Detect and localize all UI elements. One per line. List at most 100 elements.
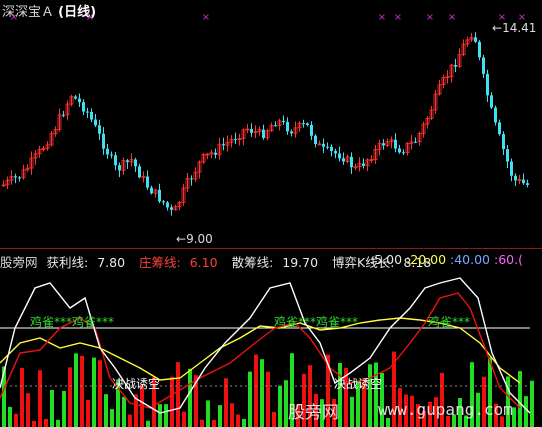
signal-jique-label-2: 鸡雀***鸡雀*** <box>274 315 359 329</box>
histogram-bar <box>188 368 192 427</box>
histogram-bar <box>230 403 234 427</box>
candle-body <box>102 133 105 149</box>
candle-body <box>482 57 485 74</box>
histogram-bar <box>50 389 54 427</box>
candle-body <box>402 152 405 154</box>
candle-body <box>310 124 313 136</box>
candle-body <box>282 120 285 122</box>
event-marker-x: × <box>394 12 402 23</box>
candle-body <box>510 161 513 176</box>
candle-body <box>162 201 165 203</box>
histogram-bar <box>182 411 186 427</box>
candle-body <box>90 111 93 120</box>
candle-body <box>474 37 477 42</box>
event-marker-x: × <box>378 12 386 23</box>
level-40: :40.00 <box>450 252 491 267</box>
candle-body <box>486 73 489 96</box>
candle-body <box>490 95 493 108</box>
event-marker-x: × <box>86 12 94 23</box>
candle-body <box>150 187 153 194</box>
histogram-bar <box>122 396 126 427</box>
histogram-bar <box>68 367 72 427</box>
price-low-value: 9.00 <box>186 232 213 246</box>
candle-body <box>82 102 85 112</box>
candle-body <box>290 131 293 134</box>
candle-body <box>222 144 225 146</box>
histogram-bar <box>110 409 114 427</box>
histogram-bar <box>530 380 534 427</box>
pane-divider[interactable] <box>0 248 542 249</box>
histogram-bar <box>200 419 204 427</box>
candle-body <box>526 183 529 185</box>
histogram-bar <box>32 420 36 427</box>
candle-body <box>478 41 481 58</box>
signal-jique-label: 鸡雀***鸡雀*** <box>30 315 115 329</box>
candle-body <box>362 163 365 166</box>
event-marker-x: × <box>448 12 456 23</box>
histogram-bar <box>128 414 132 427</box>
candle-body <box>522 179 525 184</box>
candle-body <box>274 125 277 127</box>
histogram-bar <box>236 414 240 427</box>
candle-body <box>382 143 385 146</box>
level-60: :60.( <box>494 252 523 267</box>
candle-body <box>234 139 237 141</box>
candle-body <box>302 123 305 125</box>
histogram-bar <box>92 357 96 427</box>
candle-body <box>78 98 81 103</box>
event-marker-x: × <box>426 12 434 23</box>
candle-body <box>314 135 317 145</box>
candle-body <box>326 146 329 148</box>
candle-body <box>250 129 253 133</box>
histogram-bar <box>386 417 390 427</box>
price-high-label: ←14.41 <box>492 21 537 35</box>
candle-body <box>306 123 309 125</box>
candle-body <box>350 156 353 168</box>
histogram-bar <box>206 400 210 427</box>
level-20: :20.00 <box>406 252 447 267</box>
candle-body <box>330 146 333 151</box>
histogram-bar <box>26 393 30 427</box>
price-high-value: 14.41 <box>502 21 537 35</box>
price-low-label: ←9.00 <box>176 232 213 246</box>
candle-body <box>454 65 457 67</box>
histogram-bar <box>8 406 12 427</box>
watermark-cn: 股旁网 <box>288 403 339 423</box>
price-candlestick-chart[interactable]: × × × × × × × × × <box>0 0 542 248</box>
histogram-bar <box>80 355 84 427</box>
candle-body <box>18 177 21 179</box>
histogram-bar <box>518 371 522 427</box>
histogram-bar <box>368 364 372 427</box>
candle-body <box>106 148 109 155</box>
histogram-bar <box>350 396 354 427</box>
candle-body <box>494 107 497 123</box>
candle-body <box>146 176 149 188</box>
histogram-bar <box>62 390 66 427</box>
histogram-bar <box>86 399 90 427</box>
histogram-bar <box>56 419 60 427</box>
candle-body <box>86 111 89 113</box>
histogram-bar <box>524 396 528 427</box>
candle-body <box>514 175 517 181</box>
histogram-bar <box>176 362 180 427</box>
candle-body <box>498 122 501 135</box>
candle-body <box>74 96 77 99</box>
histogram-bar <box>260 359 264 427</box>
histogram-bar <box>98 360 102 427</box>
histogram-bar <box>218 405 222 427</box>
candle-body <box>190 178 193 180</box>
candle-body <box>94 119 97 126</box>
histogram-bar <box>158 404 162 427</box>
candle-body <box>166 202 169 208</box>
candle-body <box>286 121 289 132</box>
event-marker-x: × <box>202 12 210 23</box>
event-marker-x: × <box>10 12 18 23</box>
candle-body <box>394 139 397 149</box>
candle-body <box>134 159 137 167</box>
histogram-bar <box>170 376 174 427</box>
candle-body <box>110 154 113 156</box>
candle-body <box>170 207 173 210</box>
histogram-bar <box>38 370 42 427</box>
histogram-bar <box>146 420 150 427</box>
histogram-bar <box>248 371 252 427</box>
